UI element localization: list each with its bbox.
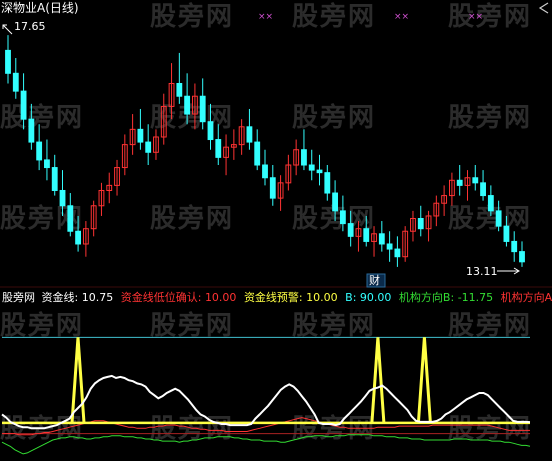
event-marker-icon: ××	[468, 12, 483, 22]
scroll-left-icon[interactable]	[538, 2, 549, 14]
finance-marker-label: 财	[369, 274, 380, 287]
legend-item: 机构方向B: -11.75	[399, 291, 493, 304]
low-price-label: 13.11	[466, 265, 498, 278]
candle-body	[456, 179, 463, 186]
legend-item: 资金线预警: 10.00	[244, 291, 338, 304]
candle-body	[199, 95, 206, 123]
low-confirm-spike	[70, 337, 86, 424]
candle-body	[246, 126, 253, 143]
candle-body	[59, 189, 66, 207]
high-arrow	[2, 24, 13, 35]
inst-direction-b-line	[1, 434, 531, 455]
candle-body	[254, 141, 261, 166]
event-marker-icon: ××	[258, 12, 273, 22]
indicator-brand: 股旁网	[2, 291, 35, 304]
candle-body	[44, 159, 50, 169]
event-marker-icon: ××	[394, 12, 409, 22]
chart-stage: 股旁网 股旁网 股旁网 股旁网 股旁网 股旁网 股旁网 股旁网 股旁网 股旁网 …	[0, 0, 552, 461]
candle-body	[145, 141, 152, 153]
candle-body	[308, 164, 315, 171]
indicator-legend: 股旁网 资金线: 10.75 资金线低位确认: 10.00 资金线预警: 10.…	[2, 291, 552, 305]
legend-item: 机构方向A:	[501, 291, 552, 304]
candle-body	[417, 218, 424, 230]
legend-value: 10.00	[204, 291, 237, 304]
candle-body	[386, 243, 393, 250]
legend-item: 资金线低位确认: 10.00	[121, 291, 237, 304]
candle-body	[503, 225, 510, 242]
high-price-label: 17.65	[14, 20, 46, 33]
candle-body	[511, 240, 518, 253]
candle-body	[20, 90, 27, 120]
candle-body	[12, 72, 19, 92]
candle-body	[269, 177, 276, 199]
candle-body	[262, 164, 268, 179]
candle-body	[480, 182, 486, 197]
candlestick-series	[5, 35, 525, 267]
legend-label: 机构方向B:	[398, 291, 455, 304]
candle-body	[207, 121, 214, 141]
candle-body	[36, 141, 43, 161]
candle-body	[75, 230, 82, 245]
candle-body	[363, 228, 370, 242]
candle-body	[301, 149, 307, 166]
candle-body	[472, 177, 479, 184]
candle-body	[184, 95, 191, 115]
candle-body	[339, 210, 346, 225]
candle-body	[51, 167, 58, 191]
chart-canvas: ×× ×× ××	[0, 2, 552, 455]
candle-body	[495, 210, 502, 227]
candle-body	[67, 205, 74, 232]
candle-body	[487, 195, 494, 212]
legend-label: 资金线:	[41, 291, 79, 304]
chart-title: 深物业A(日线)	[1, 1, 79, 15]
legend-label: B:	[345, 291, 357, 304]
low-confirm-spike	[416, 337, 432, 424]
event-markers: ×× ×× ××	[258, 12, 483, 22]
candle-body	[176, 82, 183, 97]
candle-body	[519, 251, 525, 263]
legend-value: 10.00	[306, 291, 338, 304]
candle-body	[324, 172, 331, 194]
candle-body	[394, 248, 401, 258]
candle-body	[332, 192, 339, 212]
candle-body	[378, 233, 385, 245]
candle-body	[347, 223, 354, 237]
legend-label: 机构方向A:	[500, 291, 552, 304]
legend-label: 资金线低位确认:	[120, 291, 202, 304]
legend-value: 90.00	[359, 291, 392, 304]
legend-item: 资金线: 10.75	[42, 291, 114, 304]
inst-direction-a-line	[2, 417, 530, 436]
legend-value: 10.75	[81, 291, 114, 304]
legend-item: B: 90.00	[345, 291, 391, 304]
candle-body	[316, 169, 323, 174]
low-confirm-spike	[370, 337, 386, 424]
candle-body	[215, 139, 222, 158]
indicator-series	[1, 336, 531, 455]
candle-body	[5, 49, 11, 74]
legend-label: 资金线预警:	[243, 291, 303, 304]
candle-body	[28, 118, 35, 143]
candle-body	[137, 128, 144, 143]
legend-value: -11.75	[457, 291, 494, 304]
